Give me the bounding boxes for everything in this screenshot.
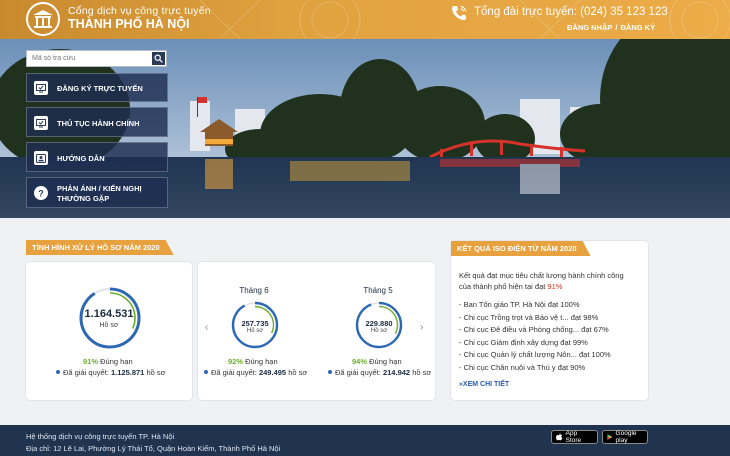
auth-separator: / xyxy=(615,23,618,32)
iso-list-item: - Chi cục Đê điều và Phòng chống... đạt … xyxy=(459,325,609,334)
month-solved: Đã giải quyết: 214.942 hồ sơ xyxy=(328,368,431,377)
google-play-label: Google play xyxy=(615,430,637,444)
search-button[interactable] xyxy=(152,52,165,65)
play-icon xyxy=(607,434,613,440)
iso-list-item: - Chi cục Trồng trọt và Bảo vệ t... đạt … xyxy=(459,312,599,322)
solved-label: Đã giải quyết: xyxy=(211,368,257,377)
monthly-stats-card: ‹ › Tháng 6 257.735 Hồ sơ 92% Đúng hạn Đ… xyxy=(198,262,435,400)
month-label: Tháng 6 xyxy=(239,286,269,295)
view-details-link[interactable]: »XEM CHI TIẾT xyxy=(459,381,509,388)
google-play-badge[interactable]: Google play xyxy=(602,430,648,444)
site-title-line2: THÀNH PHỐ HÀ NỘI xyxy=(68,17,190,31)
month-solved-value: 249.495 xyxy=(258,368,287,377)
carousel-next-arrow[interactable]: › xyxy=(420,322,423,333)
menu-label: ĐĂNG KÝ TRỰC TUYẾN xyxy=(57,84,143,93)
month-label: Tháng 5 xyxy=(363,286,393,295)
stats-section-title: TÌNH HÌNH XỬ LÝ HỒ SƠ NĂM 2020 xyxy=(26,240,174,255)
view-details-label: XEM CHI TIẾT xyxy=(462,381,510,388)
iso-list-item: - Chi cục Chăn nuôi và Thú y đạt 90% xyxy=(459,362,586,372)
monitor-icon xyxy=(34,116,48,130)
menu-label-line2: THƯỜNG GẶP xyxy=(57,194,110,203)
apple-icon xyxy=(556,433,563,441)
month-count: 257.735 xyxy=(241,319,269,328)
month-pct: 92% xyxy=(228,357,244,366)
iso-list-item: - Chi cục Giám định xây dựng đạt 99% xyxy=(459,337,588,347)
month-on-time: 92% Đúng hạn xyxy=(228,357,278,366)
top-header: Cổng dịch vụ công trực tuyến THÀNH PHỐ H… xyxy=(0,0,730,39)
iso-list-item: - Chi cục Quản lý chất lượng Nôn... đạt … xyxy=(459,350,611,359)
month-unit: Hồ sơ xyxy=(370,328,388,334)
solved-unit: hồ sơ xyxy=(288,368,308,377)
bullet-dot xyxy=(204,370,208,374)
menu-guide[interactable]: HƯỚNG DẪN xyxy=(26,142,168,172)
month-pct-label: Đúng hạn xyxy=(245,357,278,366)
phone-icon xyxy=(452,5,467,20)
svg-text:?: ? xyxy=(38,189,44,199)
question-icon: ? xyxy=(34,186,48,200)
lookup-search-box xyxy=(26,50,167,67)
login-link[interactable]: ĐĂNG NHẬP xyxy=(567,23,612,32)
menu-label: THỦ TỤC HÀNH CHÍNH xyxy=(57,119,140,128)
solved-label: Đã giải quyết: xyxy=(335,368,381,377)
app-store-label: App Store xyxy=(565,430,582,444)
bullet-dot xyxy=(328,370,332,374)
iso-intro: Kết quả đạt mục tiêu chất lượng hành chí… xyxy=(459,270,624,292)
register-link[interactable]: ĐĂNG KÝ xyxy=(621,23,656,32)
total-solved-value: 1.125.871 xyxy=(110,368,145,377)
temple-icon xyxy=(33,10,53,28)
total-unit: Hồ sơ xyxy=(99,322,119,329)
month-solved: Đã giải quyết: 249.495 hồ sơ xyxy=(204,368,307,377)
iso-intro-pct: 91% xyxy=(547,282,563,291)
month-solved-value: 214.942 xyxy=(382,368,411,377)
app-store-badge[interactable]: App Store xyxy=(551,430,598,444)
carousel-prev-arrow[interactable]: ‹ xyxy=(205,322,208,333)
menu-feedback-faq[interactable]: ? PHẢN ÁNH / KIẾN NGHỊ THƯỜNG GẶP xyxy=(26,177,168,208)
iso-intro-line2: của thành phố hiện tại đạt xyxy=(459,282,546,291)
auth-links: ĐĂNG NHẬP / ĐĂNG KÝ xyxy=(567,23,655,32)
iso-section-title: KẾT QUẢ ISO ĐIỆN TỬ NĂM 2020 xyxy=(451,241,591,256)
hotline-text: Tổng đài trực tuyến: (024) 35 123 123 xyxy=(474,6,668,18)
solved-unit: hồ sơ xyxy=(412,368,432,377)
total-stats-card: 1.164.531 Hồ sơ 91% Đúng hạn Đã giải quy… xyxy=(26,262,192,400)
lookup-code-input[interactable] xyxy=(27,51,151,66)
menu-label-line1: PHẢN ÁNH / KIẾN NGHỊ xyxy=(57,184,142,193)
iso-results-list[interactable]: - Ban Tôn giáo TP. Hà Nội đạt 100% - Chi… xyxy=(459,300,639,372)
search-icon xyxy=(154,54,163,63)
solved-label: Đã giải quyết: xyxy=(63,368,109,377)
iso-intro-line1: Kết quả đạt mục tiêu chất lượng hành chí… xyxy=(459,271,624,280)
month-pct: 94% xyxy=(352,357,368,366)
city-logo[interactable] xyxy=(26,2,60,36)
footer-system-name: Hệ thống dịch vụ công trực tuyến TP. Hà … xyxy=(26,432,175,441)
bullet-dot xyxy=(56,370,60,374)
total-on-time: 91% Đúng hạn xyxy=(83,357,133,366)
site-title-line1: Cổng dịch vụ công trực tuyến xyxy=(68,5,211,17)
month-on-time: 94% Đúng hạn xyxy=(352,357,402,366)
solved-unit: hồ sơ xyxy=(146,368,166,377)
month-count: 229.880 xyxy=(365,319,393,328)
menu-administrative-procedures[interactable]: THỦ TỤC HÀNH CHÍNH xyxy=(26,107,168,137)
id-card-icon xyxy=(34,151,48,165)
total-count: 1.164.531 xyxy=(84,308,134,320)
total-solved: Đã giải quyết: 1.125.871 hồ sơ xyxy=(56,368,166,377)
total-pct: 91% xyxy=(83,357,99,366)
month-pct-label: Đúng hạn xyxy=(369,357,402,366)
iso-intro-line2-wrap: của thành phố hiện tại đạt 91% xyxy=(459,281,624,292)
menu-online-registration[interactable]: ĐĂNG KÝ TRỰC TUYẾN xyxy=(26,73,168,102)
iso-list-item: - Ban Tôn giáo TP. Hà Nội đạt 100% xyxy=(459,300,580,309)
monitor-icon xyxy=(34,81,48,95)
menu-label: HƯỚNG DẪN xyxy=(57,154,105,163)
month-unit: Hồ sơ xyxy=(246,328,264,334)
total-pct-label: Đúng hạn xyxy=(100,357,133,366)
footer-address: Địa chỉ: 12 Lê Lai, Phường Lý Thái Tổ, Q… xyxy=(26,444,281,453)
